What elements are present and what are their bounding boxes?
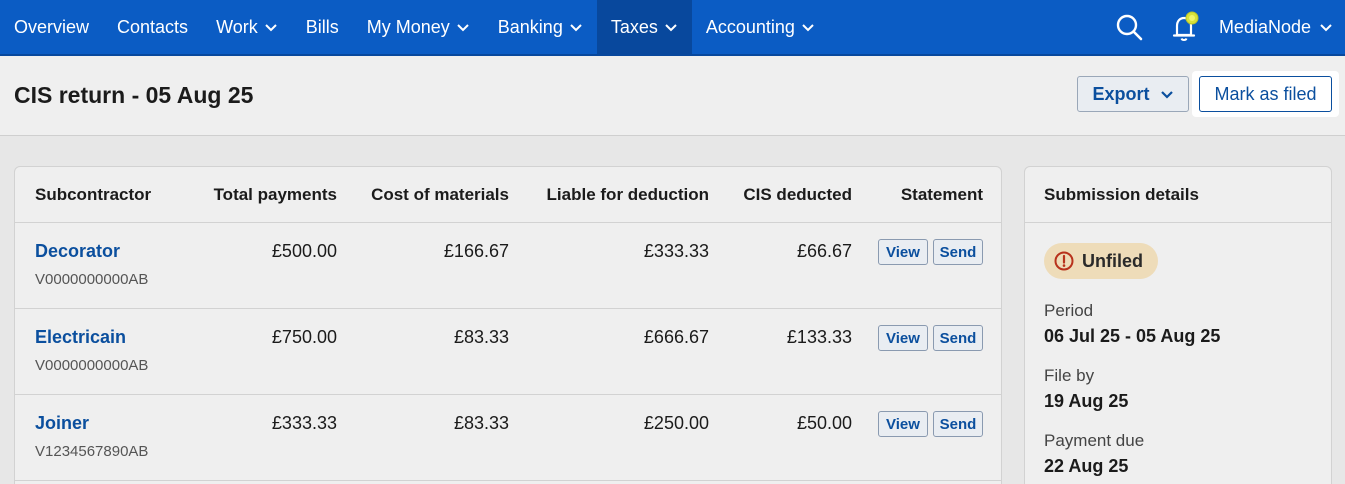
cis-deducted-cell: £50.00 <box>796 413 852 433</box>
cost-of-materials-cell: £83.33 <box>453 413 509 433</box>
liable-for-deduction-cell: £250.00 <box>643 413 709 433</box>
payment-due-value: 22 Aug 25 <box>1044 456 1129 476</box>
nav-item-label: Banking <box>497 16 563 37</box>
subcontractor-utr: V1234567890AB <box>35 443 149 460</box>
page-title: CIS return - 05 Aug 25 <box>14 82 254 108</box>
nav-item-bills[interactable]: Bills <box>292 0 353 54</box>
view-statement-button[interactable]: View <box>878 239 928 265</box>
table-row: Electricain V0000000000AB £750.00 £83.33… <box>15 309 1001 395</box>
column-header-liable-for-deduction: Liable for deduction <box>546 185 709 204</box>
notification-bell-icon <box>1172 11 1199 41</box>
chevron-down-icon <box>802 24 814 32</box>
liable-for-deduction-cell: £666.67 <box>643 327 709 347</box>
nav-item-contacts[interactable]: Contacts <box>103 0 202 54</box>
cis-deducted-cell: £133.33 <box>786 327 852 347</box>
submission-details-header: Submission details <box>1025 167 1331 223</box>
nav-item-work[interactable]: Work <box>202 0 292 54</box>
chevron-down-icon <box>1160 91 1173 99</box>
chevron-down-icon <box>1320 24 1332 32</box>
notifications-button[interactable] <box>1157 0 1213 54</box>
subcontractor-utr: V0000000000AB <box>35 357 149 374</box>
nav-item-label: Overview <box>14 16 90 37</box>
send-statement-button[interactable]: Send <box>933 239 983 265</box>
account-name: MediaNode <box>1218 16 1311 37</box>
column-header-subcontractor: Subcontractor <box>35 185 152 204</box>
nav-item-label: Bills <box>305 16 339 37</box>
period-value: 06 Jul 25 - 05 Aug 25 <box>1044 326 1221 346</box>
nav-item-label: Work <box>216 16 258 37</box>
view-statement-button[interactable]: View <box>878 325 928 351</box>
subcontractor-utr: V0000000000AB <box>35 271 149 288</box>
payment-due-label: Payment due <box>1044 431 1145 450</box>
nav-item-overview[interactable]: Overview <box>0 0 103 54</box>
subcontractor-name-link[interactable]: Electricain <box>35 327 126 348</box>
subcontractor-name-link[interactable]: Decorator <box>35 241 120 262</box>
column-header-cis-deducted: CIS deducted <box>743 185 852 204</box>
table-header-row: Subcontractor Total payments Cost of mat… <box>15 167 1001 223</box>
nav-item-label: My Money <box>366 16 450 37</box>
column-header-cost-of-materials: Cost of materials <box>371 185 509 204</box>
account-menu[interactable]: MediaNode <box>1213 17 1345 38</box>
period-label: Period <box>1044 301 1094 320</box>
nav-right-group: MediaNode <box>1101 0 1345 54</box>
subcontractor-table: Subcontractor Total payments Cost of mat… <box>14 166 1002 484</box>
nav-item-label: Contacts <box>117 16 189 37</box>
total-payments-cell: £750.00 <box>271 327 337 347</box>
submission-details-panel: Submission details Unfiled Period 06 Jul… <box>1024 166 1332 484</box>
total-payments-cell: £500.00 <box>271 241 337 261</box>
cis-deducted-cell: £66.67 <box>796 241 852 261</box>
page-header: CIS return - 05 Aug 25 Export Mark as fi… <box>0 56 1345 136</box>
subcontractor-name-link[interactable]: Joiner <box>35 413 89 434</box>
export-button-label: Export <box>1092 83 1150 104</box>
file-by-value: 19 Aug 25 <box>1044 391 1129 411</box>
mark-as-filed-label: Mark as filed <box>1214 83 1317 104</box>
chevron-down-icon <box>457 24 469 32</box>
nav-item-my-money[interactable]: My Money <box>353 0 484 54</box>
submission-details-title: Submission details <box>1044 185 1199 204</box>
nav-item-taxes[interactable]: Taxes <box>596 0 692 54</box>
nav-item-banking[interactable]: Banking <box>484 0 597 54</box>
status-badge: Unfiled <box>1044 243 1158 279</box>
view-statement-button[interactable]: View <box>878 411 928 437</box>
nav-item-accounting[interactable]: Accounting <box>692 0 829 54</box>
search-button[interactable] <box>1101 0 1157 54</box>
status-badge-label: Unfiled <box>1082 250 1143 271</box>
search-icon <box>1116 14 1143 41</box>
top-navigation-bar: Overview Contacts Work Bills My Money Ba… <box>0 0 1345 56</box>
cost-of-materials-cell: £166.67 <box>443 241 509 261</box>
column-header-statement: Statement <box>900 185 983 204</box>
send-statement-button[interactable]: Send <box>933 411 983 437</box>
chevron-down-icon <box>265 24 277 32</box>
file-by-label: File by <box>1044 366 1095 385</box>
warning-circle-icon <box>1054 251 1074 271</box>
nav-item-label: Taxes <box>610 16 658 37</box>
column-header-total-payments: Total payments <box>213 185 337 204</box>
liable-for-deduction-cell: £333.33 <box>643 241 709 261</box>
export-button[interactable]: Export <box>1077 76 1189 112</box>
chevron-down-icon <box>570 24 582 32</box>
cost-of-materials-cell: £83.33 <box>453 327 509 347</box>
table-row: Decorator V0000000000AB £500.00 £166.67 … <box>15 223 1001 309</box>
mark-as-filed-button[interactable]: Mark as filed <box>1199 76 1332 112</box>
send-statement-button[interactable]: Send <box>933 325 983 351</box>
chevron-down-icon <box>665 24 677 32</box>
table-row: Joiner V1234567890AB £333.33 £83.33 £250… <box>15 395 1001 481</box>
total-payments-cell: £333.33 <box>271 413 337 433</box>
nav-item-label: Accounting <box>705 16 795 37</box>
